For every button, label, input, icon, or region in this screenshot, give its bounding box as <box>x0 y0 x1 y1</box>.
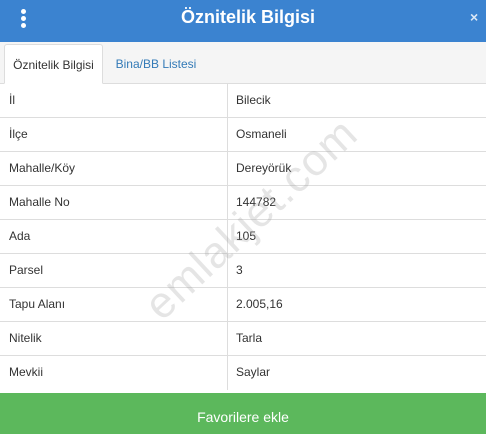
tab-attribute-info[interactable]: Öznitelik Bilgisi <box>4 44 103 84</box>
attribute-label: İl <box>0 84 228 118</box>
table-row: Mahalle No 144782 <box>0 186 486 220</box>
attribute-value: Saylar <box>236 365 271 379</box>
attribute-label: Mahalle/Köy <box>0 152 228 186</box>
panel-header: Öznitelik Bilgisi × <box>0 0 486 42</box>
attribute-label: Nitelik <box>0 322 228 356</box>
attribute-table: İl Bilecik İlçe Osmaneli Mahalle/Köy Der… <box>0 84 486 390</box>
table-row: Parsel 3 <box>0 254 486 288</box>
attribute-value: 3 <box>236 263 243 277</box>
table-row: Mevkii Saylar <box>0 356 486 390</box>
table-row: İlçe Osmaneli <box>0 118 486 152</box>
attribute-value: Dereyörük <box>236 161 292 175</box>
close-icon[interactable]: × <box>470 7 486 27</box>
table-row: Nitelik Tarla <box>0 322 486 356</box>
attribute-value: Osmaneli <box>236 127 287 141</box>
attribute-label: Parsel <box>0 254 228 288</box>
attribute-label: Ada <box>0 220 228 254</box>
attribute-value: Tarla <box>236 331 263 345</box>
attribute-label: İlçe <box>0 118 228 152</box>
table-row: İl Bilecik <box>0 84 486 118</box>
attribute-label: Tapu Alanı <box>0 288 228 322</box>
table-row: Tapu Alanı 2.005,16 <box>0 288 486 322</box>
attribute-value: 144782 <box>236 195 277 209</box>
attribute-label: Mahalle No <box>0 186 228 220</box>
attribute-value: 105 <box>236 229 257 243</box>
tab-building-list[interactable]: Bina/BB Listesi <box>108 44 204 84</box>
panel-title: Öznitelik Bilgisi <box>180 7 316 27</box>
table-row: Ada 105 <box>0 220 486 254</box>
table-row: Mahalle/Köy Dereyörük <box>0 152 486 186</box>
tab-bar: Öznitelik Bilgisi Bina/BB Listesi <box>0 42 486 84</box>
attribute-label: Mevkii <box>0 356 228 390</box>
attribute-value: 2.005,16 <box>236 297 283 311</box>
add-to-favorites-button[interactable]: Favorilere ekle <box>0 393 486 434</box>
attribute-value: Bilecik <box>236 93 271 107</box>
